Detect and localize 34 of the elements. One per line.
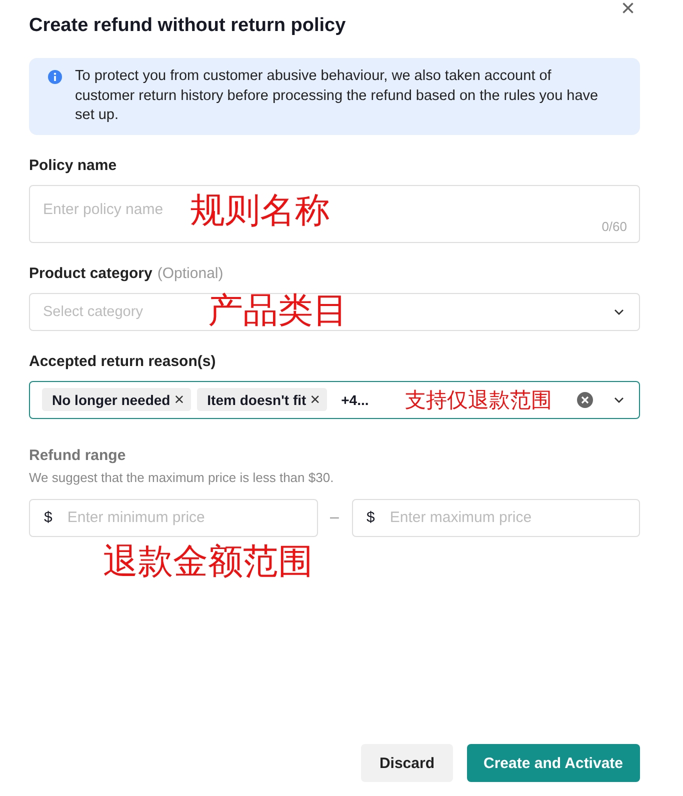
more-count: +4... [341, 392, 369, 408]
select-placeholder: Select category [43, 304, 143, 320]
tag-label: Item doesn't fit [207, 392, 306, 408]
minimum-price-field[interactable]: $ Enter minimum price [29, 498, 318, 536]
tag-label: No longer needed [52, 392, 170, 408]
info-icon [47, 69, 63, 85]
range-separator: – [329, 508, 340, 526]
return-reason-select[interactable]: No longer needed × Item doesn't fit × +4... 支持仅退款范围 [29, 380, 640, 418]
annotation: 支持仅退款范围 [405, 390, 552, 410]
field-label: Product category [29, 264, 152, 282]
dialog-button[interactable]: Discard [361, 744, 452, 782]
field-label: Policy name [29, 156, 118, 174]
optional-label: (Optional) [157, 264, 224, 282]
annotation: 产品类目 [208, 294, 348, 328]
annotation: 规则名称 [190, 194, 330, 228]
clear-icon[interactable] [577, 392, 593, 408]
policy-name-field[interactable]: Enter policy name 规则名称 0/60 [29, 184, 640, 242]
maximum-price-field[interactable]: $ Enter maximum price [352, 498, 640, 536]
maximum-price-input[interactable]: Enter maximum price [388, 508, 625, 527]
character-counter: 0/60 [602, 218, 627, 234]
currency-symbol: $ [366, 509, 375, 526]
hint-text: We suggest that the maximum price is less than $30. [29, 470, 335, 484]
close-button[interactable]: × [620, 0, 635, 22]
currency-symbol: $ [44, 509, 52, 526]
annotation: 退款金额范围 [103, 544, 313, 580]
category-select[interactable]: Select category 产品类目 [29, 292, 640, 330]
remove-tag-button[interactable]: × [310, 391, 320, 408]
dialog-button[interactable]: Create and Activate [466, 744, 640, 782]
remove-tag-button[interactable]: × [174, 391, 184, 408]
info-text: To protect you from customer abusive behaviour, we also taken account of customer return history before processing the refund based on the rules you have set up. [75, 67, 600, 125]
field-label: Refund range [29, 446, 127, 464]
minimum-price-input[interactable]: Enter minimum price [65, 508, 302, 527]
field-label: Accepted return reason(s) [29, 352, 217, 370]
dialog-title: Create refund without return policy [29, 15, 346, 37]
